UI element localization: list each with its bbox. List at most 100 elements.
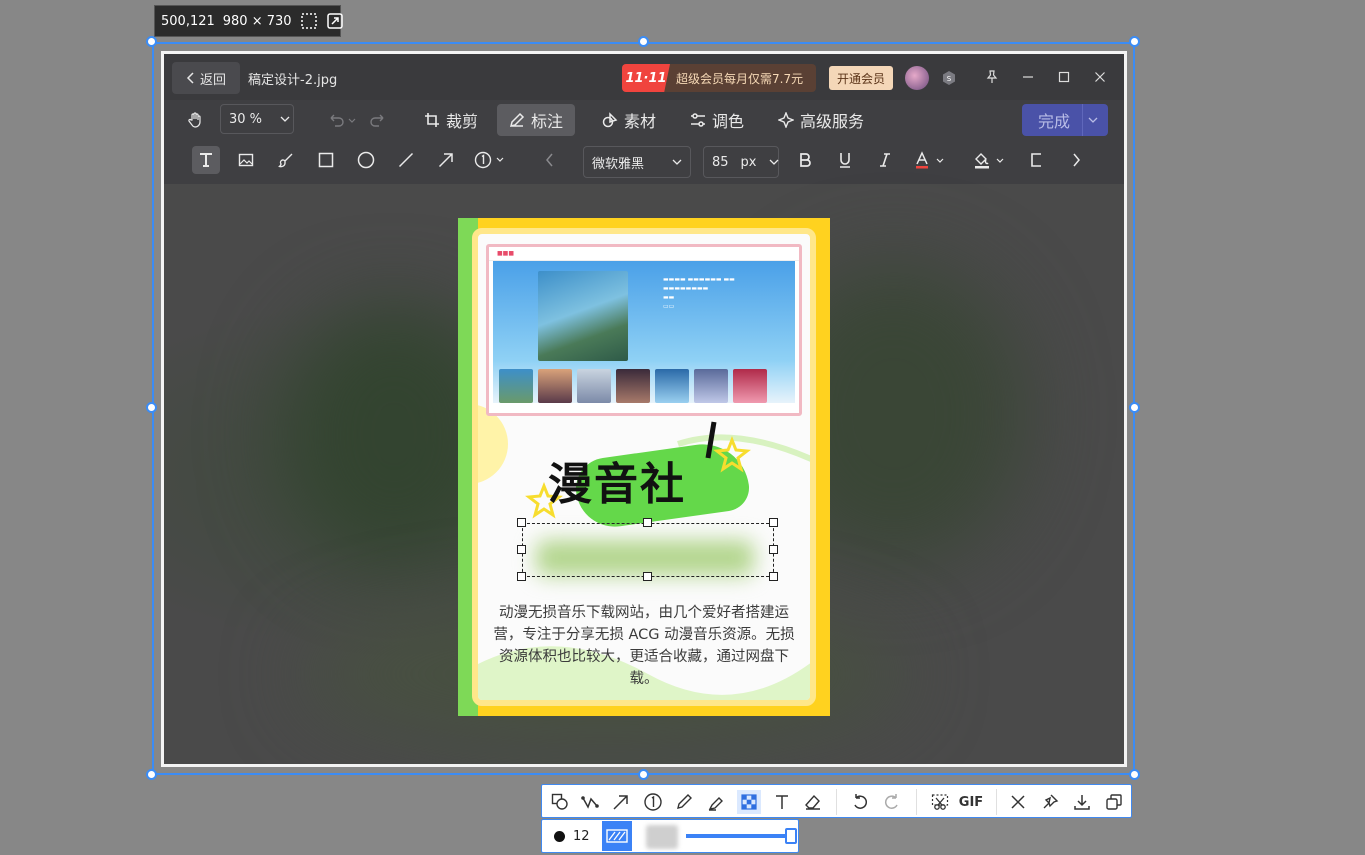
shape-icon[interactable] bbox=[548, 790, 572, 814]
chevron-down-icon[interactable] bbox=[1082, 104, 1102, 136]
slider-knob[interactable] bbox=[785, 828, 797, 844]
tab-adjust-label: 调色 bbox=[712, 112, 745, 131]
done-button[interactable]: 完成 bbox=[1022, 104, 1108, 136]
polyline-icon[interactable] bbox=[578, 790, 602, 814]
eraser-icon[interactable] bbox=[801, 790, 825, 814]
text-annotation-box[interactable] bbox=[522, 523, 774, 577]
font-size-select[interactable]: 85 px bbox=[703, 146, 779, 178]
pin-window-icon[interactable] bbox=[982, 67, 1002, 87]
marker-icon[interactable] bbox=[704, 790, 728, 814]
fill-color-icon[interactable] bbox=[972, 146, 1010, 174]
gif-button[interactable]: GIF bbox=[956, 790, 986, 814]
capture-toolbar: GIF bbox=[541, 784, 1132, 818]
promo-badge: 11·11 bbox=[622, 64, 670, 92]
mosaic-options-bar: 12 bbox=[541, 819, 799, 853]
promo-text: 超级会员每月仅需7.7元 bbox=[676, 71, 804, 86]
vip-button[interactable]: 开通会员 bbox=[829, 66, 893, 90]
redo-icon[interactable] bbox=[368, 104, 388, 136]
close-icon[interactable] bbox=[1006, 790, 1030, 814]
resize-handle-se[interactable] bbox=[1129, 769, 1140, 780]
svg-text:S: S bbox=[947, 75, 952, 83]
italic-icon[interactable] bbox=[871, 146, 899, 174]
brush-tool-icon[interactable] bbox=[272, 146, 300, 174]
resize-handle-sw[interactable] bbox=[146, 769, 157, 780]
chevron-down-icon bbox=[280, 116, 290, 122]
resize-handle-n[interactable] bbox=[638, 36, 649, 47]
hand-tool-icon[interactable] bbox=[184, 104, 208, 136]
pencil-icon[interactable] bbox=[672, 790, 696, 814]
undo-icon[interactable] bbox=[324, 104, 360, 136]
resize-handle-s[interactable] bbox=[638, 769, 649, 780]
maximize-icon[interactable] bbox=[1054, 67, 1074, 87]
chevron-left-icon bbox=[186, 72, 196, 84]
annotation-handle[interactable] bbox=[517, 572, 526, 581]
mosaic-style-icon[interactable] bbox=[602, 821, 632, 851]
avatar[interactable] bbox=[905, 66, 929, 90]
font-family-select[interactable]: 微软雅黑 bbox=[583, 146, 691, 178]
annotation-handle[interactable] bbox=[769, 572, 778, 581]
annotation-handle[interactable] bbox=[517, 545, 526, 554]
annotate-icon bbox=[509, 112, 525, 128]
tab-material[interactable]: 素材 bbox=[602, 104, 656, 136]
annotation-handle[interactable] bbox=[769, 518, 778, 527]
image-tool-icon[interactable] bbox=[232, 146, 260, 174]
poster-image[interactable]: ■■■ ▬▬▬▬ ▬▬▬▬▬▬ ▬▬ ▬▬▬▬▬▬▬▬ ▬▬ ▭▭ 漫音社 动漫无损音… bbox=[458, 218, 830, 716]
undo-icon[interactable] bbox=[848, 790, 872, 814]
resize-handle-nw[interactable] bbox=[146, 36, 157, 47]
tab-crop-label: 裁剪 bbox=[446, 112, 479, 131]
tab-annotate-label: 标注 bbox=[531, 112, 564, 131]
annotation-handle[interactable] bbox=[517, 518, 526, 527]
tab-advanced[interactable]: 高级服务 bbox=[778, 104, 864, 136]
annotation-handle[interactable] bbox=[643, 572, 652, 581]
ellipse-tool-icon[interactable] bbox=[352, 146, 380, 174]
mosaic-icon[interactable] bbox=[737, 790, 761, 814]
resize-handle-ne[interactable] bbox=[1129, 36, 1140, 47]
border-style-icon[interactable] bbox=[1026, 146, 1046, 174]
zoom-select[interactable]: 30 % bbox=[220, 104, 294, 134]
underline-icon[interactable] bbox=[831, 146, 859, 174]
arrow-tool-icon[interactable] bbox=[432, 146, 460, 174]
selection-position: 500,121 bbox=[161, 13, 215, 29]
copy-icon[interactable] bbox=[1102, 790, 1126, 814]
annotation-handle[interactable] bbox=[643, 518, 652, 527]
minimize-icon[interactable] bbox=[1018, 67, 1038, 87]
font-size-value: 85 bbox=[712, 154, 729, 170]
brush-size-value: 12 bbox=[573, 829, 590, 844]
album-thumbnail bbox=[538, 369, 572, 403]
album-thumbnail bbox=[655, 369, 689, 403]
advanced-icon bbox=[778, 112, 794, 128]
resize-handle-e[interactable] bbox=[1129, 402, 1140, 413]
promo-banner[interactable]: 11·11 超级会员每月仅需7.7元 bbox=[622, 64, 816, 92]
pin-icon[interactable] bbox=[1038, 790, 1062, 814]
back-button[interactable]: 返回 bbox=[172, 62, 240, 94]
text-tool-icon[interactable] bbox=[192, 146, 220, 174]
tab-adjust[interactable]: 调色 bbox=[690, 104, 744, 136]
title-bar: 返回 稿定设计-2.jpg 11·11 超级会员每月仅需7.7元 开通会员 S bbox=[164, 54, 1124, 100]
website-screenshot: ■■■ ▬▬▬▬ ▬▬▬▬▬▬ ▬▬ ▬▬▬▬▬▬▬▬ ▬▬ ▭▭ bbox=[486, 244, 802, 416]
text-icon[interactable] bbox=[770, 790, 794, 814]
fit-window-icon[interactable] bbox=[326, 11, 344, 31]
line-tool-icon[interactable] bbox=[392, 146, 420, 174]
number-tool-icon[interactable] bbox=[472, 146, 512, 174]
redo-icon[interactable] bbox=[880, 790, 904, 814]
scroll-left-icon[interactable] bbox=[536, 146, 564, 174]
selection-size: 980 × 730 bbox=[222, 13, 292, 29]
arrow-icon[interactable] bbox=[609, 790, 633, 814]
tab-advanced-label: 高级服务 bbox=[800, 112, 865, 131]
brush-size-dot[interactable] bbox=[554, 831, 565, 842]
number-icon[interactable] bbox=[641, 790, 665, 814]
region-select-icon[interactable] bbox=[300, 11, 318, 31]
scroll-right-icon[interactable] bbox=[1062, 146, 1090, 174]
scissors-icon[interactable] bbox=[928, 790, 952, 814]
annotation-handle[interactable] bbox=[769, 545, 778, 554]
close-window-icon[interactable] bbox=[1090, 67, 1110, 87]
font-color-icon[interactable] bbox=[912, 146, 950, 174]
back-label: 返回 bbox=[199, 72, 226, 88]
rectangle-tool-icon[interactable] bbox=[312, 146, 340, 174]
download-icon[interactable] bbox=[1070, 790, 1094, 814]
tab-crop[interactable]: 裁剪 bbox=[424, 104, 478, 136]
blur-strength-slider[interactable] bbox=[686, 834, 790, 838]
resize-handle-w[interactable] bbox=[146, 402, 157, 413]
bold-icon[interactable] bbox=[791, 146, 819, 174]
tab-annotate[interactable]: 标注 bbox=[497, 104, 576, 136]
